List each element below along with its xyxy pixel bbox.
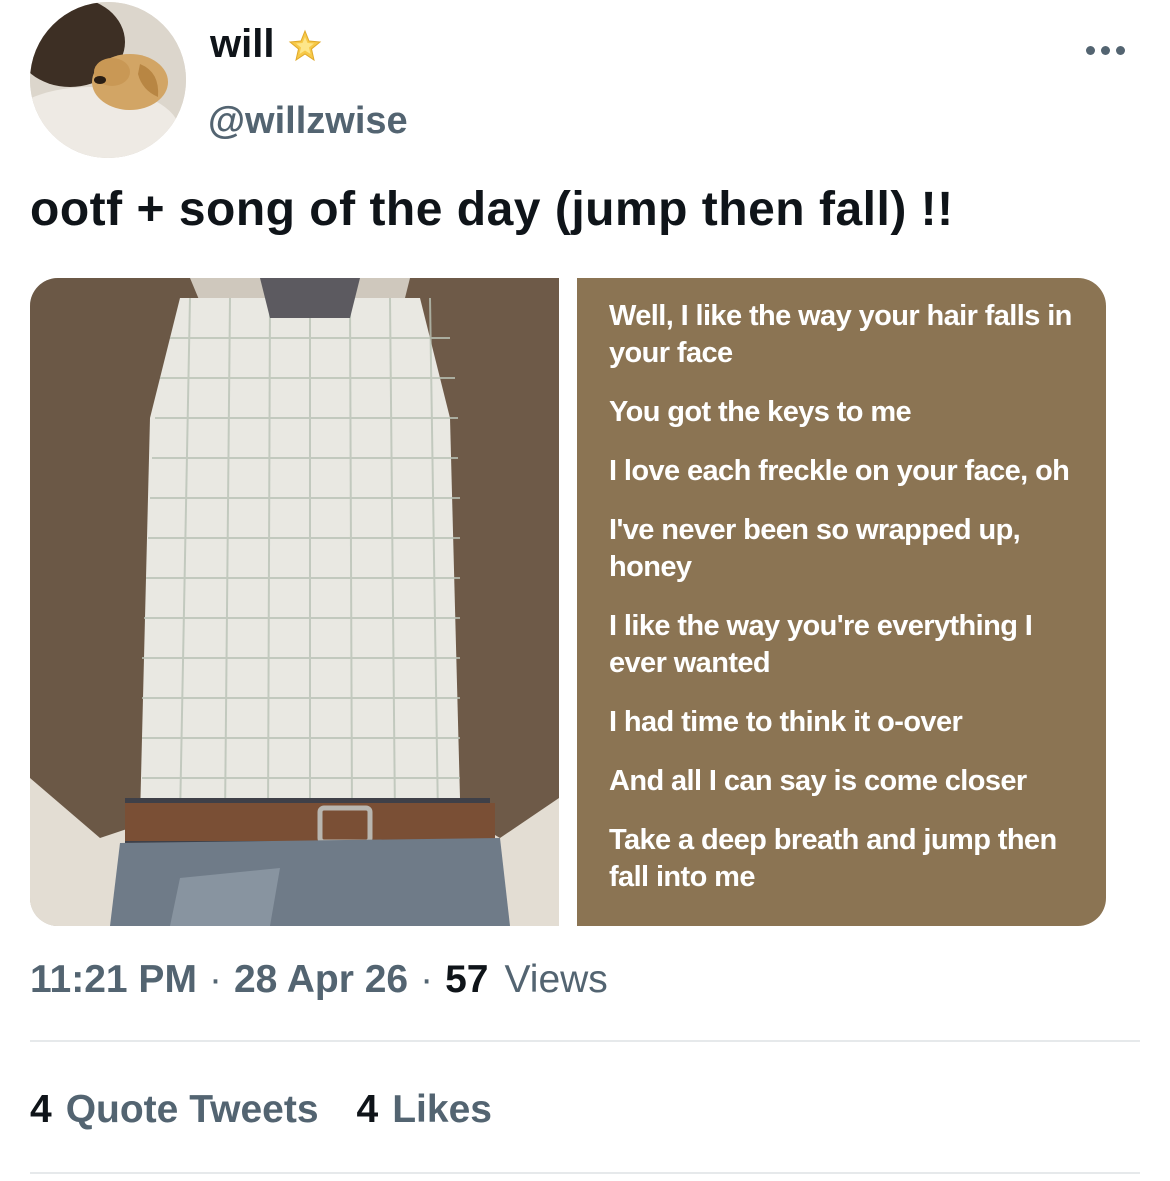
avatar-image: [30, 2, 186, 158]
glowing-star-icon: [288, 28, 322, 62]
meta-separator: ·: [208, 958, 222, 1001]
likes-label: Likes: [392, 1088, 492, 1131]
quote-tweets-count: 4: [30, 1088, 52, 1131]
avatar[interactable]: [30, 2, 186, 158]
author-display-name[interactable]: will: [210, 22, 274, 67]
author-handle[interactable]: @willzwise: [208, 100, 408, 143]
views-count: 57: [445, 958, 489, 1001]
quote-tweets-stat[interactable]: 4 Quote Tweets: [30, 1088, 319, 1132]
lyric-line: Take a deep breath and jump then fall in…: [609, 824, 1057, 893]
more-options-icon[interactable]: [1086, 38, 1130, 62]
lyric-line: Well, I like the way your hair falls in …: [609, 300, 1072, 369]
tweet-meta: 11:21 PM · 28 Apr 26 · 57 Views: [30, 958, 608, 1002]
lyric-line: And all I can say is come closer: [609, 765, 1027, 797]
lyric-line: You got the keys to me: [609, 396, 912, 428]
outfit-photo[interactable]: [30, 278, 559, 926]
media-grid: Well, I like the way your hair falls in …: [30, 278, 1106, 926]
engagement-stats: 4 Quote Tweets 4 Likes: [30, 1088, 492, 1132]
outfit-photo-image: [30, 278, 559, 926]
more-dot: [1116, 45, 1125, 55]
author-name-row[interactable]: will: [210, 22, 322, 67]
divider: [30, 1040, 1140, 1042]
more-dot: [1101, 45, 1110, 55]
tweet-text: ootf + song of the day (jump then fall) …: [30, 183, 954, 236]
likes-stat[interactable]: 4 Likes: [357, 1088, 492, 1132]
divider: [30, 1172, 1140, 1174]
lyric-line: I love each freckle on your face, oh: [609, 455, 1070, 487]
quote-tweets-label: Quote Tweets: [65, 1088, 319, 1131]
lyric-line: I had time to think it o-over: [609, 706, 963, 738]
tweet-time[interactable]: 11:21 PM: [30, 958, 197, 1002]
lyric-line: I like the way you're everything I ever …: [609, 610, 1033, 679]
meta-separator: ·: [420, 958, 434, 1001]
views-label: Views: [504, 958, 608, 1001]
lyrics-card[interactable]: Well, I like the way your hair falls in …: [577, 278, 1106, 926]
more-dot: [1086, 45, 1095, 55]
lyric-line: I've never been so wrapped up, honey: [609, 514, 1021, 583]
likes-count: 4: [356, 1088, 379, 1131]
tweet-date[interactable]: 28 Apr 26: [234, 958, 408, 1002]
